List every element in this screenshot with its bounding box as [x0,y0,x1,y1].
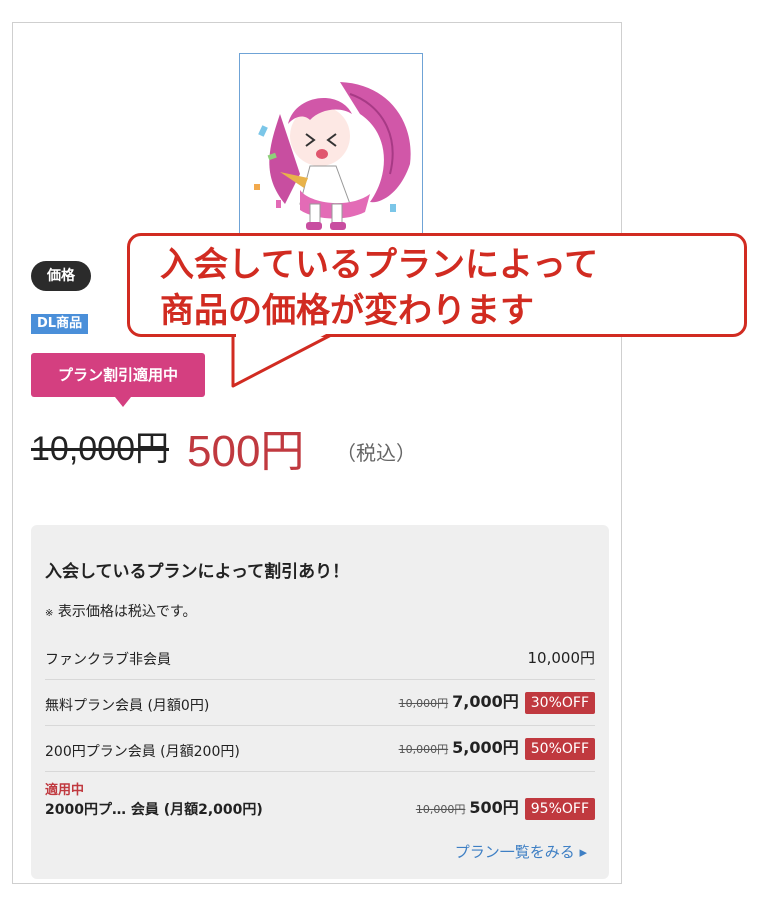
explanation-callout: 入会しているプランによって 商品の価格が変わります [127,233,747,337]
product-card: 価格 DL商品 プラン割引適用中 10,000円 500円 （税込） 入会してい… [12,22,622,884]
callout-line-2: 商品の価格が変わります [160,291,534,331]
tier-original-price: 10,000円 [415,803,466,816]
tier-name: ファンクラブ非会員 [45,652,171,668]
tier-name: 200円プラン会員 (月額200円) [45,744,240,760]
tier-name: 2000円プ… 会員 (月額2,000円) [45,802,263,818]
callout-line-1: 入会しているプランによって [160,245,599,285]
dl-product-badge: DL商品 [31,314,89,334]
discount-badge: 95%OFF [524,797,595,820]
tier-name: 無料プラン会員 (月額0円) [45,698,210,714]
tier-original-price: 10,000円 [398,697,449,710]
tier-discounted-price: 500円 [469,798,519,817]
tier-row-200: 200円プラン会員 (月額200円) 10,000円 5,000円 50%OFF [45,725,595,772]
plan-discount-panel: 入会しているプランによって割引あり！ ※ 表示価格は税込です。 ファンクラブ非会… [31,525,609,879]
discount-badge: 30%OFF [524,691,595,714]
original-price: 10,000円 [31,430,169,468]
price-badge: 価格 [31,261,91,291]
discounted-price: 500円 [187,427,305,476]
tax-included-note: ※ 表示価格は税込です。 [45,601,196,621]
tax-note: （税込） [336,441,416,465]
tier-discounted-price: 5,000円 [452,738,519,757]
plan-discount-ribbon: プラン割引適用中 [31,353,205,407]
discount-badge: 50%OFF [524,737,595,760]
note-mark: ※ [45,608,54,619]
panel-title: 入会しているプランによって割引あり！ [45,562,350,582]
view-plans-link[interactable]: プラン一覧をみる ▸ [455,841,587,862]
note-text: 表示価格は税込です。 [57,604,197,620]
tier-row-2000-active: 適用中 2000円プ… 会員 (月額2,000円) 10,000円 500円 95%… [45,771,595,827]
anime-character-image [254,82,411,230]
tier-row-free: 無料プラン会員 (月額0円) 10,000円 7,000円 30%OFF [45,679,595,726]
product-thumbnail[interactable] [239,53,423,237]
active-label: 適用中 [45,783,85,798]
tier-price: 10,000円 [527,649,596,667]
tier-original-price: 10,000円 [398,743,449,756]
tier-row-nonmember: ファンクラブ非会員 10,000円 [45,637,595,680]
tier-discounted-price: 7,000円 [452,692,519,711]
